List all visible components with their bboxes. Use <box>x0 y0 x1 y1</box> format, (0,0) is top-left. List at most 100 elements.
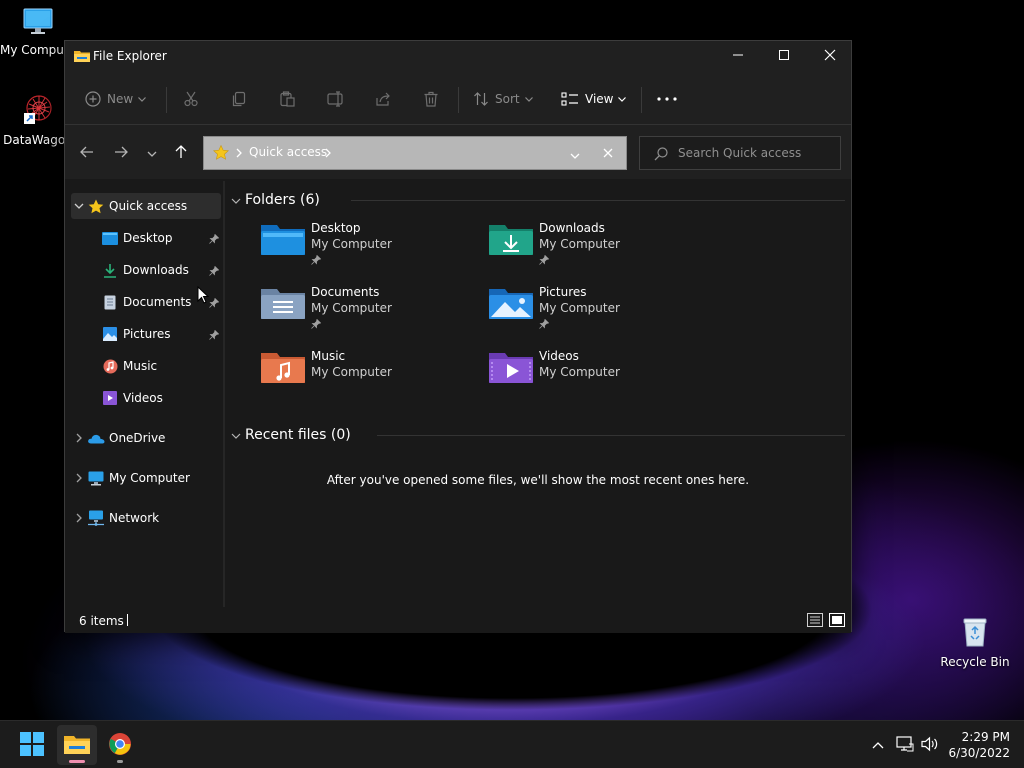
breadcrumb-chevron-icon <box>236 147 242 161</box>
back-button[interactable] <box>77 143 97 163</box>
chevron-down-icon <box>138 96 147 102</box>
large-icons-view-button[interactable] <box>829 613 845 627</box>
window-title: File Explorer <box>93 49 167 63</box>
network-status-button[interactable] <box>895 735 915 755</box>
folder-tile-documents[interactable]: Documents My Computer <box>261 285 481 343</box>
pane-splitter[interactable] <box>223 181 225 607</box>
desktop-icon-label: DataWagon <box>3 133 73 147</box>
nav-downloads[interactable]: Downloads <box>101 257 221 283</box>
breadcrumb-chevron-icon[interactable] <box>325 147 331 161</box>
maximize-button[interactable] <box>761 41 807 71</box>
breadcrumb-quick-access[interactable]: Quick access <box>249 145 327 159</box>
search-box[interactable] <box>639 136 841 170</box>
desktop-folder-icon <box>101 231 119 245</box>
copy-icon <box>231 91 247 107</box>
folders-group-header[interactable]: Folders (6) <box>231 189 320 211</box>
nav-music[interactable]: Music <box>101 353 221 379</box>
show-hidden-icons-button[interactable] <box>868 735 888 755</box>
search-icon <box>654 147 668 164</box>
delete-icon <box>423 91 439 107</box>
pin-icon <box>209 233 220 247</box>
pin-icon <box>311 318 322 332</box>
nav-label: Music <box>123 359 158 373</box>
folder-name: Documents <box>311 285 380 299</box>
clear-address-icon[interactable] <box>603 147 613 161</box>
folder-tile-downloads[interactable]: Downloads My Computer <box>489 221 709 279</box>
folder-location: My Computer <box>311 365 392 379</box>
recent-files-empty-message: After you've opened some files, we'll sh… <box>326 473 750 487</box>
copy-button[interactable] <box>231 87 247 111</box>
star-icon <box>212 144 230 163</box>
folder-location: My Computer <box>539 237 620 251</box>
nav-videos[interactable]: Videos <box>101 385 221 411</box>
nav-label: Network <box>109 511 160 525</box>
group-divider <box>377 435 845 436</box>
group-divider <box>351 200 845 201</box>
delete-button[interactable] <box>423 87 439 111</box>
expand-chevron-icon[interactable] <box>71 203 87 209</box>
network-icon <box>896 735 914 755</box>
paste-button[interactable] <box>279 87 295 111</box>
status-separator <box>127 614 128 626</box>
nav-onedrive[interactable]: OneDrive <box>71 425 221 451</box>
nav-label: Pictures <box>123 327 171 341</box>
running-indicator <box>117 760 123 763</box>
rename-button[interactable] <box>327 87 345 111</box>
file-explorer-window: File Explorer New Sort View Quick access… <box>64 40 852 633</box>
recent-locations-button[interactable] <box>142 143 162 163</box>
status-bar: 6 items <box>65 607 851 633</box>
collapse-chevron-icon <box>231 427 241 443</box>
more-icon <box>657 97 677 101</box>
recent-files-group-header[interactable]: Recent files (0) <box>231 424 351 446</box>
navigation-pane: Quick access Desktop Downloads Documents… <box>65 187 223 607</box>
separator <box>166 87 167 113</box>
see-more-button[interactable] <box>657 87 677 111</box>
volume-button[interactable] <box>920 735 940 755</box>
start-button[interactable] <box>12 725 52 765</box>
minimize-button[interactable] <box>715 41 761 71</box>
nav-my-computer[interactable]: My Computer <box>71 465 221 491</box>
folder-name: Pictures <box>539 285 587 299</box>
expand-chevron-icon[interactable] <box>71 473 87 483</box>
pictures-icon <box>101 327 119 341</box>
nav-label: Quick access <box>109 199 188 213</box>
address-bar[interactable]: Quick access <box>203 136 627 170</box>
share-button[interactable] <box>375 87 391 111</box>
chevron-down-icon <box>524 96 533 102</box>
folder-name: Downloads <box>539 221 605 235</box>
nav-network[interactable]: Network <box>71 505 221 531</box>
videos-icon <box>101 391 119 405</box>
view-button[interactable]: View <box>561 87 627 111</box>
cut-button[interactable] <box>183 87 199 111</box>
folder-tile-videos[interactable]: Videos My Computer <box>489 349 709 407</box>
expand-chevron-icon[interactable] <box>71 433 87 443</box>
separator <box>641 87 642 113</box>
folder-tile-pictures[interactable]: Pictures My Computer <box>489 285 709 343</box>
details-view-button[interactable] <box>807 613 823 627</box>
content-pane: Folders (6) Desktop My Computer Download… <box>227 187 849 607</box>
taskbar-file-explorer[interactable] <box>57 725 97 765</box>
new-button[interactable]: New <box>85 87 147 111</box>
sort-button[interactable]: Sort <box>473 87 533 111</box>
clock[interactable]: 2:29 PM 6/30/2022 <box>948 729 1010 761</box>
address-history-dropdown-icon[interactable] <box>570 148 580 162</box>
clock-time: 2:29 PM <box>961 730 1010 744</box>
cloud-icon <box>87 433 105 444</box>
clock-date: 6/30/2022 <box>948 746 1010 760</box>
nav-desktop[interactable]: Desktop <box>101 225 221 251</box>
forward-button[interactable] <box>111 143 131 163</box>
folder-tile-music[interactable]: Music My Computer <box>261 349 481 407</box>
nav-pictures[interactable]: Pictures <box>101 321 221 347</box>
volume-icon <box>921 736 939 755</box>
up-button[interactable] <box>171 143 191 163</box>
taskbar-chrome[interactable] <box>100 725 140 765</box>
expand-chevron-icon[interactable] <box>71 513 87 523</box>
collapse-chevron-icon <box>231 192 241 208</box>
title-bar[interactable]: File Explorer <box>65 41 851 73</box>
desktop-icon-recycle-bin[interactable]: Recycle Bin <box>937 616 1013 669</box>
nav-quick-access[interactable]: Quick access <box>71 193 221 219</box>
close-button[interactable] <box>807 41 853 71</box>
rename-icon <box>327 91 345 107</box>
search-input[interactable] <box>678 144 834 162</box>
folder-tile-desktop[interactable]: Desktop My Computer <box>261 221 481 279</box>
